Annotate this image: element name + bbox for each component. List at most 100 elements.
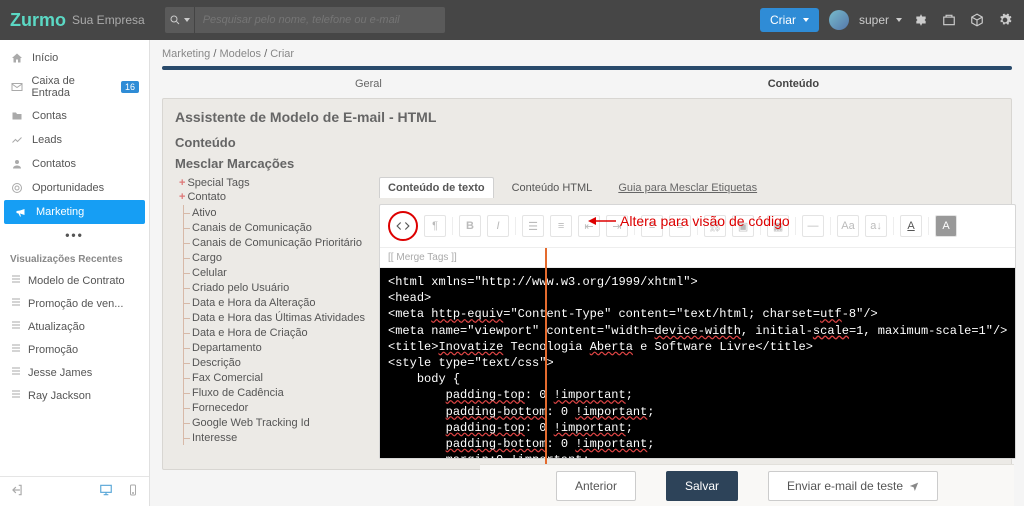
ol-icon[interactable]: ≡ (550, 215, 572, 237)
tree-node-contato[interactable]: +Contato (175, 191, 365, 203)
mobile-icon[interactable] (127, 483, 139, 500)
font-color-icon[interactable]: A (900, 215, 922, 237)
phase-conteudo[interactable]: Conteúdo (768, 78, 819, 90)
tree-leaf[interactable]: Fax Comercial (184, 370, 365, 385)
tree-leaf[interactable]: Fornecedor (184, 400, 365, 415)
avatar[interactable] (829, 10, 849, 30)
logo: Zurmo (10, 10, 66, 31)
action-bar: Anterior Salvar Enviar e-mail de teste (480, 464, 1014, 506)
user-menu[interactable]: super (859, 13, 902, 27)
align-center-icon[interactable]: ≡ (669, 215, 691, 237)
clear-format-icon[interactable]: a↓ (865, 215, 887, 237)
link-icon[interactable]: ⛓ (704, 215, 726, 237)
prev-button[interactable]: Anterior (556, 471, 636, 501)
merge-tags-tree: +Special Tags +Contato AtivoCanais de Co… (175, 177, 365, 459)
nav-item-caixa-de-entrada[interactable]: Caixa de Entrada16 (0, 70, 149, 104)
leads-icon (10, 133, 24, 147)
recent-item[interactable]: Jesse James (0, 361, 149, 384)
tree-leaf[interactable]: Descrição (184, 355, 365, 370)
font-size-icon[interactable]: Aa (837, 215, 859, 237)
tree-leaf[interactable]: Cargo (184, 250, 365, 265)
logout-icon[interactable] (10, 483, 24, 500)
search-input[interactable] (195, 14, 445, 26)
list-icon (10, 296, 22, 311)
nav-item-oportunidades[interactable]: Oportunidades (0, 176, 149, 200)
save-button[interactable]: Salvar (666, 471, 738, 501)
image-icon[interactable]: ▣ (732, 215, 754, 237)
wizard-phases: Geral Conteúdo (162, 78, 1012, 90)
ul-icon[interactable]: ☰ (522, 215, 544, 237)
tab-html-content[interactable]: Conteúdo HTML (504, 178, 601, 198)
recent-item[interactable]: Modelo de Contrato (0, 269, 149, 292)
megaphone-icon (14, 205, 28, 219)
hr-icon[interactable]: — (802, 215, 824, 237)
nav-item-início[interactable]: Início (0, 46, 149, 70)
tree-leaf[interactable]: Data e Hora das Últimas Atividades (184, 310, 365, 325)
send-test-button[interactable]: Enviar e-mail de teste (768, 471, 938, 501)
sidebar: InícioCaixa de Entrada16ContasLeadsConta… (0, 40, 150, 506)
editor-panel: Assistente de Modelo de E-mail - HTML Co… (162, 98, 1012, 470)
tree-leaf[interactable]: Ativo (184, 205, 365, 220)
monitor-icon[interactable] (99, 483, 113, 500)
expand-icon[interactable]: + (179, 191, 185, 203)
tab-merge-guide[interactable]: Guia para Mesclar Etiquetas (610, 178, 765, 198)
folder-icon (10, 109, 24, 123)
content-tabs: Conteúdo de texto Conteúdo HTML Guia par… (379, 177, 1016, 198)
nav-item-contatos[interactable]: Contatos (0, 152, 149, 176)
list-icon (10, 365, 22, 380)
outdent-icon[interactable]: ⇤ (578, 215, 600, 237)
notifications-icon[interactable] (912, 11, 930, 29)
search-scope-dropdown[interactable] (165, 7, 195, 33)
indent-icon[interactable]: ⇥ (606, 215, 628, 237)
list-icon (10, 388, 22, 403)
code-view-button[interactable] (388, 211, 418, 241)
list-icon (10, 273, 22, 288)
paragraph-icon[interactable]: ¶ (424, 215, 446, 237)
target-icon (10, 181, 24, 195)
table-icon[interactable]: ▦ (767, 215, 789, 237)
breadcrumb: Marketing / Modelos / Criar (162, 48, 1012, 60)
tree-leaf[interactable]: Data e Hora da Alteração (184, 295, 365, 310)
italic-icon[interactable]: I (487, 215, 509, 237)
create-button[interactable]: Criar (760, 8, 819, 32)
section-content-title: Conteúdo (175, 135, 999, 150)
code-editor[interactable]: <html xmlns="http://www.w3.org/1999/xhtm… (380, 268, 1015, 458)
gear-icon[interactable] (996, 11, 1014, 29)
merge-tags-button[interactable]: [[ Merge Tags ]] (380, 248, 1015, 268)
bg-color-icon[interactable]: A (935, 215, 957, 237)
tree-leaf[interactable]: Interesse (184, 430, 365, 445)
bold-icon[interactable]: B (459, 215, 481, 237)
contacts-icon (10, 157, 24, 171)
help-icon[interactable] (940, 11, 958, 29)
editor-toolbar: ¶ B I ☰ ≡ ⇤ ⇥ ≡ ≡ (380, 205, 1015, 248)
tree-leaf[interactable]: Celular (184, 265, 365, 280)
phase-geral[interactable]: Geral (355, 78, 382, 90)
tree-leaf[interactable]: Fluxo de Cadência (184, 385, 365, 400)
recent-item[interactable]: Ray Jackson (0, 384, 149, 407)
recent-item[interactable]: Promoção de ven... (0, 292, 149, 315)
nav-more[interactable]: ••• (0, 224, 149, 246)
nav-item-leads[interactable]: Leads (0, 128, 149, 152)
tree-node-special[interactable]: +Special Tags (175, 177, 365, 189)
tree-leaf[interactable]: Canais de Comunicação (184, 220, 365, 235)
recent-item[interactable]: Atualização (0, 315, 149, 338)
sidebar-footer (0, 476, 149, 506)
tree-leaf[interactable]: Data e Hora de Criação (184, 325, 365, 340)
tree-leaf[interactable]: Google Web Tracking Id (184, 415, 365, 430)
section-merge-title: Mesclar Marcações (175, 156, 999, 171)
list-icon (10, 342, 22, 357)
recent-item[interactable]: Promoção (0, 338, 149, 361)
expand-icon[interactable]: + (179, 177, 185, 189)
wizard-progress (162, 66, 1012, 70)
tree-leaf[interactable]: Canais de Comunicação Prioritário (184, 235, 365, 250)
nav-item-contas[interactable]: Contas (0, 104, 149, 128)
recents-heading: Visualizações Recentes (0, 246, 149, 269)
tab-text-content[interactable]: Conteúdo de texto (379, 177, 494, 198)
align-left-icon[interactable]: ≡ (641, 215, 663, 237)
tree-leaf[interactable]: Departamento (184, 340, 365, 355)
global-search (165, 7, 445, 33)
panel-title: Assistente de Modelo de E-mail - HTML (175, 109, 999, 125)
nav-item-marketing[interactable]: Marketing (4, 200, 145, 224)
tree-leaf[interactable]: Criado pelo Usuário (184, 280, 365, 295)
cube-icon[interactable] (968, 11, 986, 29)
